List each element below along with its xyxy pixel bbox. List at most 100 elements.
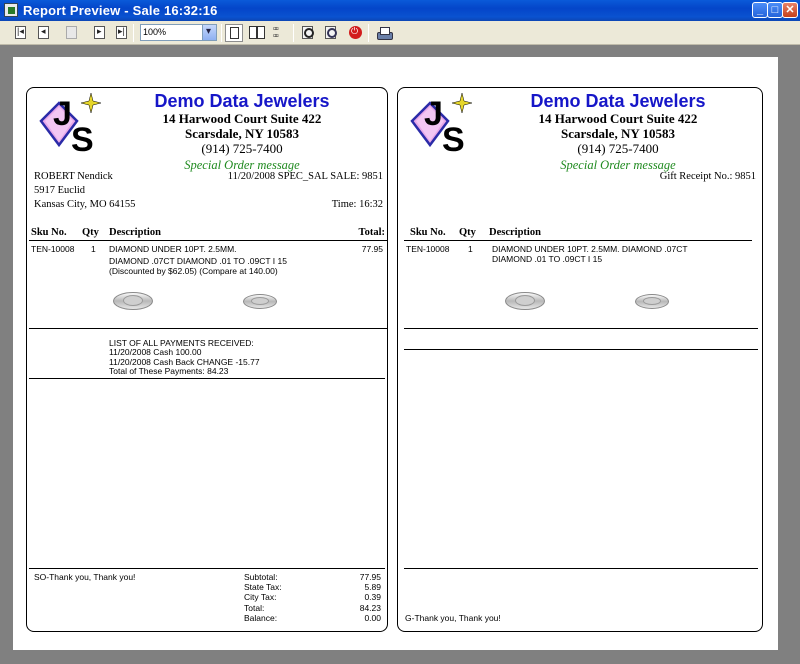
column-description: Description — [109, 227, 161, 238]
chevron-down-icon[interactable] — [202, 24, 216, 40]
print-button[interactable] — [374, 24, 393, 42]
state-tax-label: State Tax: — [244, 582, 282, 592]
footer-note: SO-Thank you, Thank you! — [34, 572, 136, 582]
subtotal-value: 77.95 — [359, 572, 381, 582]
city-tax-value: 0.39 — [364, 592, 381, 602]
sale-info: 11/20/2008 SPEC_SAL SALE: 9851 — [227, 171, 383, 182]
copy-button[interactable] — [63, 24, 81, 42]
item-description-line3: (Discounted by $62.05) (Compare at 140.0… — [109, 266, 278, 276]
toolbar-separator — [221, 24, 222, 42]
item-description-line1: DIAMOND UNDER 10PT. 2.5MM. — [109, 244, 237, 254]
company-name: Demo Data Jewelers — [154, 91, 330, 111]
subtotal-label: Subtotal: — [244, 572, 278, 582]
item-total: 77.95 — [361, 244, 383, 254]
balance-label: Balance: — [244, 613, 278, 623]
column-qty: Qty — [82, 227, 99, 238]
company-phone: (914) 725-7400 — [577, 141, 659, 156]
sale-time: Time: 16:32 — [331, 199, 383, 210]
item-image — [635, 291, 669, 309]
item-description-line2: DIAMOND .07CT DIAMOND .01 TO .09CT I 15 — [109, 256, 287, 266]
company-address-line2: Scarsdale, NY 10583 — [561, 126, 675, 141]
svg-text:J: J — [53, 95, 72, 133]
first-page-icon — [15, 26, 26, 39]
svg-text:J: J — [424, 95, 443, 133]
gift-receipt-number: Gift Receipt No.: 9851 — [659, 171, 756, 182]
column-total: Total: — [358, 227, 385, 238]
single-page-icon — [230, 27, 239, 39]
window-title-bar[interactable]: Report Preview - Sale 16:32:16 _ □ ✕ — [0, 0, 800, 21]
customer-city: Kansas City, MO 64155 — [34, 199, 136, 210]
footer-divider — [29, 568, 385, 569]
header-divider — [404, 240, 752, 241]
company-address-line2: Scarsdale, NY 10583 — [185, 126, 299, 141]
minimize-button[interactable]: _ — [752, 2, 768, 18]
items-divider — [404, 328, 758, 329]
four-pages-button[interactable] — [271, 23, 289, 42]
stop-icon — [349, 26, 362, 39]
items-divider — [29, 328, 387, 329]
total-label: Total: — [244, 603, 265, 613]
toolbar-separator — [368, 24, 369, 42]
close-button[interactable]: ✕ — [782, 2, 798, 18]
four-pages-icon — [273, 23, 285, 42]
footer-divider — [404, 568, 758, 569]
zoom-select[interactable]: 100% — [140, 24, 217, 41]
copy-icon — [66, 26, 77, 39]
zoom-out-button[interactable] — [322, 24, 340, 42]
sale-receipt: J S Demo Data Jewelers 14 Harwood Court … — [26, 87, 388, 632]
svg-text:S: S — [442, 121, 465, 155]
item-sku: TEN-10008 — [31, 244, 75, 254]
single-page-button[interactable] — [225, 24, 243, 42]
app-icon — [4, 3, 18, 17]
svg-text:S: S — [71, 121, 94, 155]
payment-line: 11/20/2008 Cash 100.00 — [109, 347, 202, 357]
stop-button[interactable] — [346, 24, 364, 42]
printer-icon — [377, 26, 393, 40]
payments-total: Total of These Payments: 84.23 — [109, 366, 229, 376]
balance-value: 0.00 — [364, 613, 381, 623]
item-image — [113, 289, 153, 311]
prev-page-button[interactable] — [35, 24, 53, 42]
company-address-line1: 14 Harwood Court Suite 422 — [162, 111, 322, 126]
column-qty: Qty — [459, 227, 476, 238]
zoom-in-icon — [302, 26, 314, 39]
customer-street: 5917 Euclid — [34, 185, 86, 196]
gift-receipt: J S Demo Data Jewelers 14 Harwood Court … — [397, 87, 763, 632]
store-logo: J S — [410, 92, 473, 155]
report-page[interactable]: J S Demo Data Jewelers 14 Harwood Court … — [13, 57, 778, 650]
payments-divider — [29, 378, 385, 379]
two-pages-icon — [249, 26, 265, 39]
last-page-button[interactable] — [113, 24, 131, 42]
window-title: Report Preview - Sale 16:32:16 — [23, 3, 218, 18]
item-sku: TEN-10008 — [406, 244, 450, 254]
last-page-icon — [116, 26, 127, 39]
item-qty: 1 — [468, 244, 473, 254]
item-description-line2: DIAMOND .01 TO .09CT I 15 — [492, 254, 603, 264]
payments-divider — [404, 349, 758, 350]
header-divider — [29, 240, 387, 241]
prev-page-icon — [38, 26, 49, 39]
receipt-header: Demo Data Jewelers 14 Harwood Court Suit… — [493, 92, 743, 173]
item-description-line1: DIAMOND UNDER 10PT. 2.5MM. DIAMOND .07CT — [492, 244, 688, 254]
item-image — [243, 291, 277, 309]
zoom-out-icon — [325, 26, 337, 39]
zoom-in-button[interactable] — [299, 24, 317, 42]
toolbar: 100% — [0, 21, 800, 45]
two-pages-button[interactable] — [247, 24, 265, 42]
company-name: Demo Data Jewelers — [530, 91, 706, 111]
next-page-icon — [94, 26, 105, 39]
zoom-value: 100% — [143, 27, 167, 37]
item-qty: 1 — [91, 244, 96, 254]
customer-name: ROBERT Nendick — [34, 171, 113, 182]
store-logo: J S — [39, 92, 102, 155]
company-address-line1: 14 Harwood Court Suite 422 — [538, 111, 698, 126]
item-image — [505, 289, 545, 311]
first-page-button[interactable] — [12, 24, 30, 42]
footer-note: G-Thank you, Thank you! — [405, 613, 501, 623]
next-page-button[interactable] — [91, 24, 109, 42]
toolbar-separator — [133, 24, 134, 42]
toolbar-separator — [293, 24, 294, 42]
maximize-button[interactable]: □ — [767, 2, 783, 18]
city-tax-label: City Tax: — [244, 592, 277, 602]
total-value: 84.23 — [359, 603, 381, 613]
